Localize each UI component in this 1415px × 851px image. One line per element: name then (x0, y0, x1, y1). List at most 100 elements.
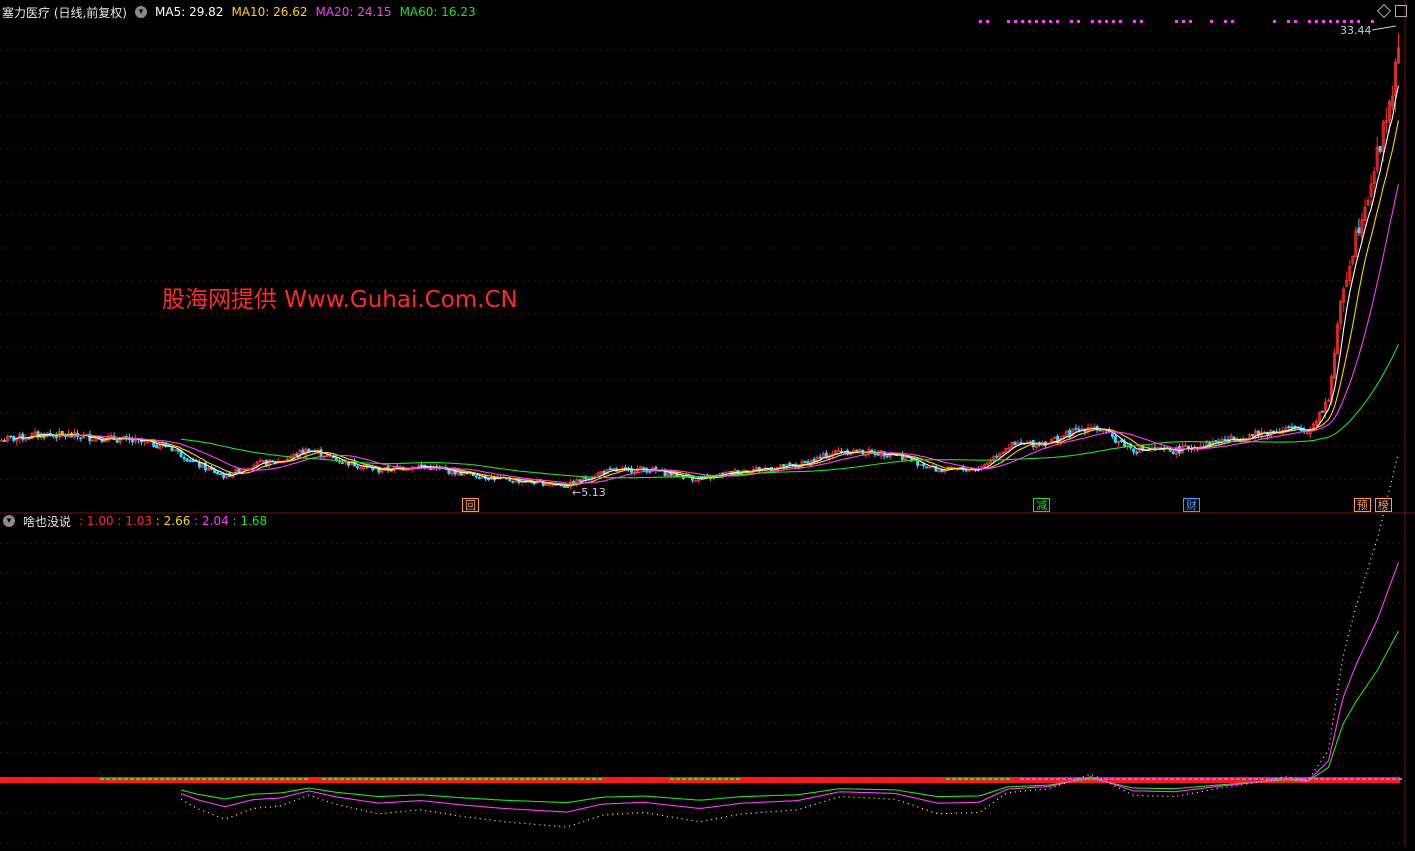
band-dash (304, 778, 308, 780)
candle-body (477, 477, 481, 479)
band-dash (1338, 778, 1342, 780)
ma20-label: MA20: 24.15 (315, 5, 392, 19)
band-dash (592, 778, 596, 780)
event-marker[interactable]: 回 (462, 498, 479, 512)
band-dash (1020, 778, 1024, 780)
band-dash (682, 778, 686, 780)
signal-dot (979, 20, 982, 23)
candle-body (1357, 227, 1361, 234)
signal-dot (1119, 20, 1122, 23)
candle-body (611, 468, 615, 471)
band-dash (454, 778, 458, 780)
band-dash (1206, 778, 1210, 780)
band-dash (1068, 778, 1072, 780)
candle-body (818, 456, 822, 459)
candle-body (3, 439, 7, 442)
candle-body (1013, 441, 1017, 445)
signal-dot (1049, 20, 1052, 23)
band-dash (406, 778, 410, 780)
candle-body (155, 444, 159, 449)
band-dash (520, 778, 524, 780)
band-dash (970, 778, 974, 780)
band-dash (532, 778, 536, 780)
band-dash (490, 778, 494, 780)
band-dash (1218, 778, 1222, 780)
band-dash (496, 778, 500, 780)
band-dash (196, 778, 200, 780)
band-dash (1182, 778, 1186, 780)
candle-body (623, 467, 627, 470)
signal-dot (1371, 20, 1374, 23)
band-dash (1128, 778, 1132, 780)
band-dash (1314, 778, 1318, 780)
band-dash (706, 778, 710, 780)
signal-dot (1133, 20, 1136, 23)
band-dash (1056, 778, 1060, 780)
band-dash (286, 778, 290, 780)
watermark: 股海网提供 Www.Guhai.Com.CN (162, 287, 518, 313)
band-dash (424, 778, 428, 780)
band-dash (1332, 778, 1336, 780)
band-dash (1260, 778, 1264, 780)
chevron-down-icon[interactable]: ▾ (3, 515, 15, 527)
signal-dot (1287, 20, 1290, 23)
chevron-down-icon[interactable]: ▾ (135, 6, 147, 18)
band-dash (1050, 778, 1054, 780)
band-dash (712, 778, 716, 780)
indicator-line-magenta (180, 562, 1400, 813)
candle-body (60, 430, 64, 435)
signal-dot (1021, 20, 1024, 23)
band-dash (544, 778, 548, 780)
band-dash (226, 778, 230, 780)
band-dash (478, 778, 482, 780)
band-dash (280, 778, 284, 780)
stock-title: 塞力医疗 (日线,前复权) (2, 5, 127, 20)
band-dash (526, 778, 530, 780)
band-dash (202, 778, 206, 780)
band-dash (472, 778, 476, 780)
ma60-label: MA60: 16.23 (399, 5, 476, 19)
band-dash (484, 778, 488, 780)
band-dash (184, 778, 188, 780)
value-separator: : (190, 514, 203, 528)
band-dash (1368, 778, 1372, 780)
band-dash (964, 778, 968, 780)
band-dash (568, 778, 572, 780)
signal-dot (1035, 20, 1038, 23)
band-dash (562, 778, 566, 780)
band-dash (1006, 778, 1010, 780)
signal-dot (1077, 20, 1080, 23)
event-marker[interactable]: 榜 (1374, 498, 1392, 512)
band-dash (418, 778, 422, 780)
band-dash (700, 778, 704, 780)
candle-body (340, 462, 344, 464)
candle-body (900, 452, 904, 460)
value-separator: : (228, 514, 241, 528)
candle-body (995, 455, 999, 458)
candle-body (1250, 433, 1254, 437)
band-dash (1152, 778, 1156, 780)
event-marker[interactable]: 财 (1183, 498, 1200, 512)
band-dash (1224, 778, 1228, 780)
band-dash (466, 778, 470, 780)
candle-body (1110, 432, 1114, 437)
signal-dot (1343, 20, 1346, 23)
band-dash (388, 778, 392, 780)
indicator-line-green (180, 630, 1399, 804)
candle-body (1074, 427, 1078, 430)
band-dash (112, 778, 116, 780)
indicator-value: 1.00 (86, 514, 114, 528)
candle-body (925, 466, 929, 469)
event-marker[interactable]: 减 (1033, 498, 1051, 512)
band-dash (208, 778, 212, 780)
band-dash (598, 778, 602, 780)
band-dash (958, 778, 962, 780)
candle-body (12, 435, 16, 441)
band-dash (394, 778, 398, 780)
event-marker[interactable]: 预 (1353, 498, 1371, 512)
band-dash (436, 778, 440, 780)
band-dash (1146, 778, 1150, 780)
ma5-label: MA5: 29.82 (155, 5, 224, 19)
maximize-icon[interactable] (1395, 5, 1407, 17)
signal-dot (1098, 20, 1101, 23)
